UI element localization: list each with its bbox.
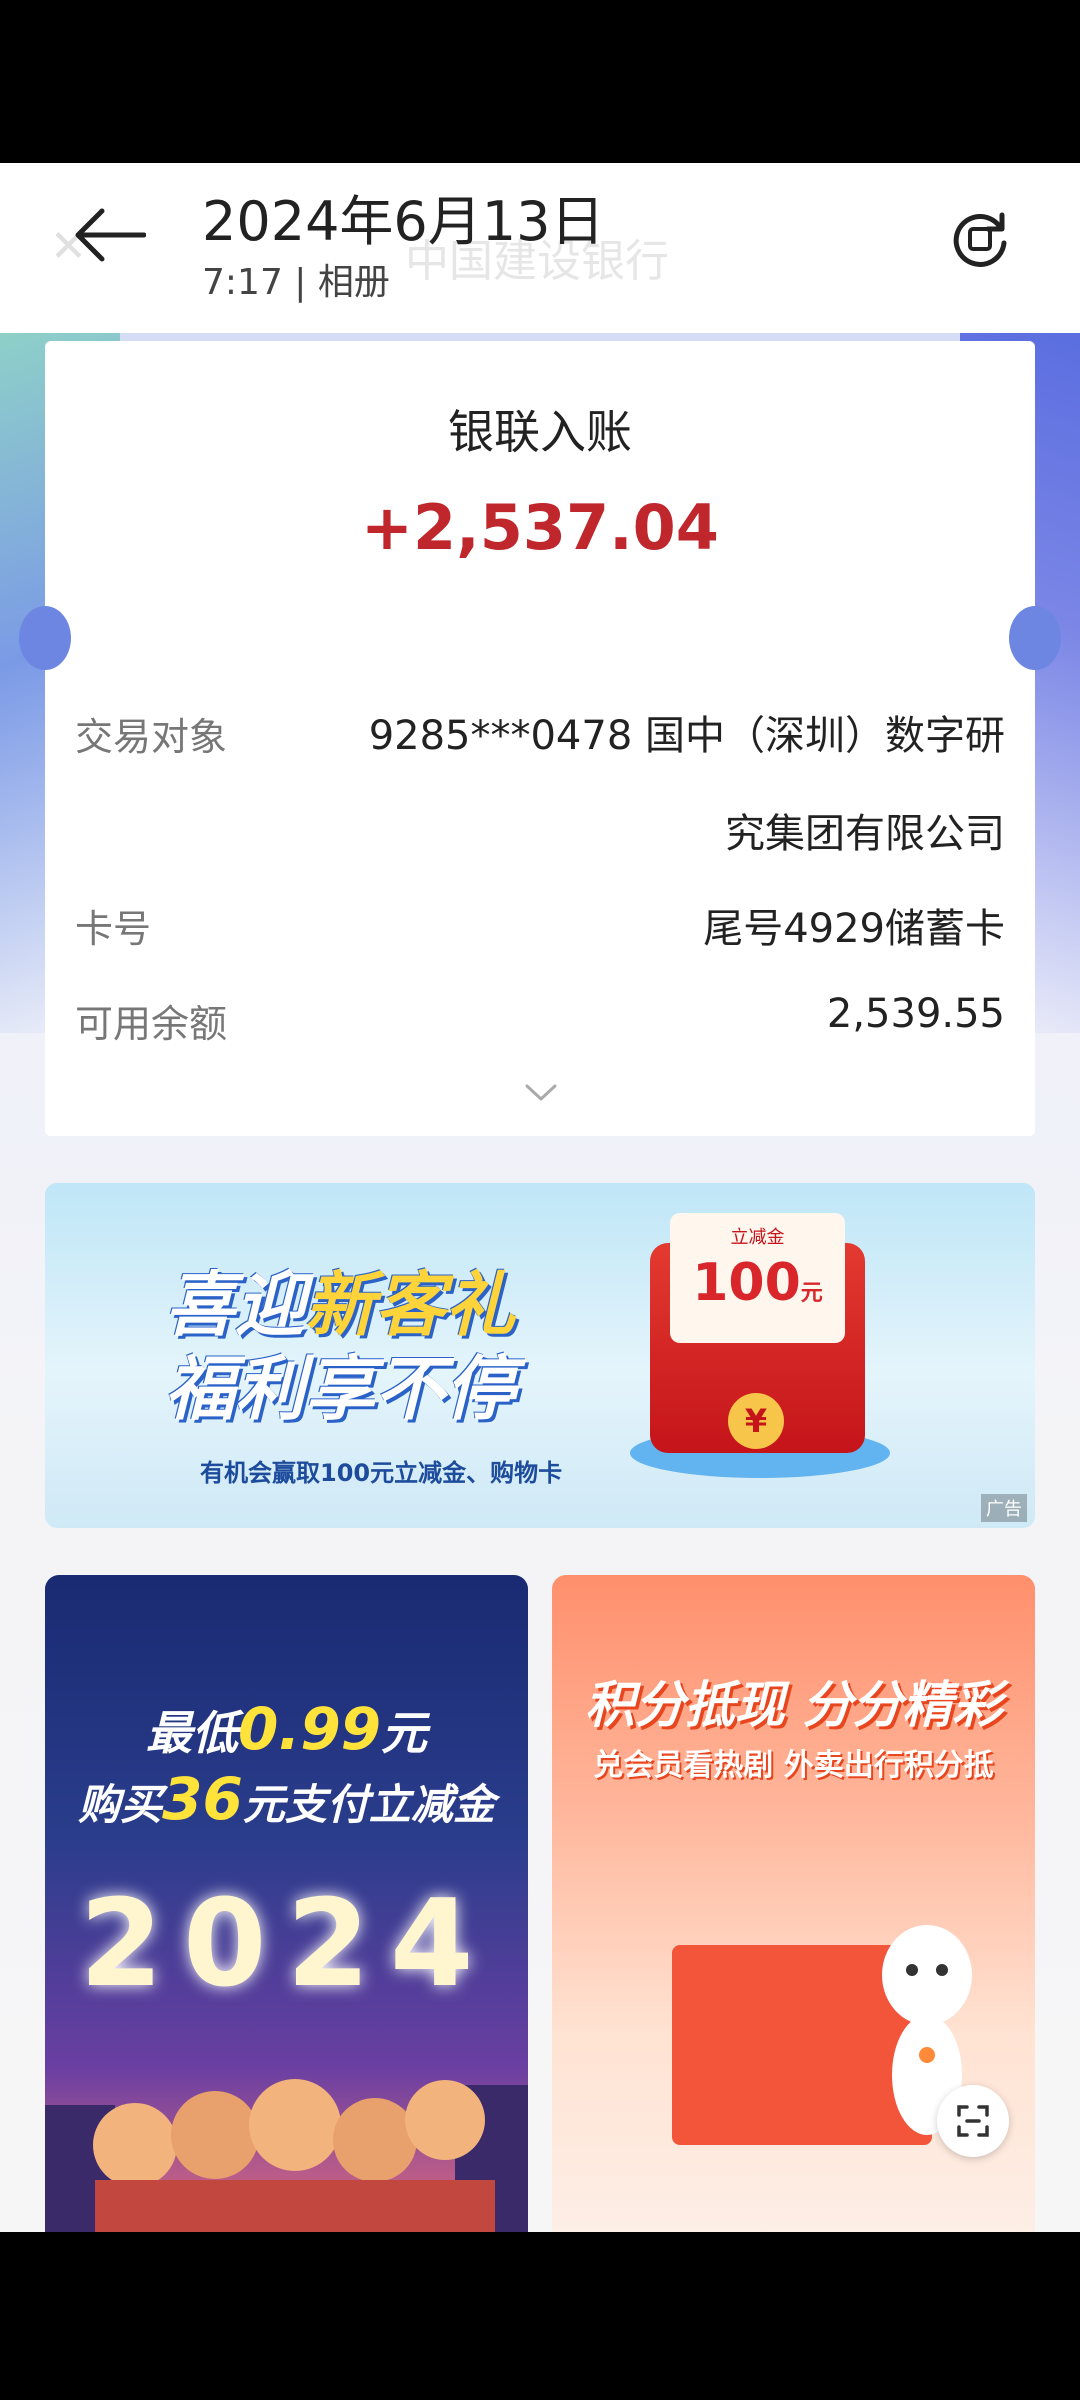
card-number-label: 卡号: [75, 907, 152, 951]
ad-headline-part2: 新客礼: [305, 1264, 515, 1346]
red-envelope-icon: 立减金 100元 ¥: [650, 1213, 865, 1453]
counterparty-value-line1: 9285***0478 国中（深圳）数字研: [368, 713, 1005, 759]
counterparty-label: 交易对象: [75, 715, 228, 759]
promo-voucher-line: 购买36元支付立减金: [78, 1765, 495, 1833]
rotate-icon[interactable]: [948, 207, 1012, 271]
ad-tag: 广告: [981, 1494, 1027, 1522]
counterparty-value-line2: 究集团有限公司: [725, 811, 1005, 857]
back-arrow-icon[interactable]: [74, 205, 146, 265]
promo-points-title: 积分抵现 分分精彩: [584, 1676, 1003, 1734]
ad-headline: 喜迎新客礼 福利享不停: [165, 1263, 605, 1431]
ad-headline-line2: 福利享不停: [165, 1348, 515, 1430]
payment-voucher-promo[interactable]: 最低0.99元 购买36元支付立减金 2024: [45, 1575, 528, 2232]
transaction-card: 银联入账 +2,537.04 交易对象 9285***0478 国中（深圳）数字…: [19, 341, 1061, 1136]
available-balance-value: 2,539.55: [826, 991, 1005, 1037]
navigation-bar-area: [0, 2232, 1080, 2400]
status-bar-area: [0, 0, 1080, 163]
available-balance-label: 可用余额: [75, 1002, 228, 1046]
card-notch-left: [19, 606, 71, 670]
card-number-value: 尾号4929储蓄卡: [703, 906, 1005, 952]
transaction-type: 银联入账: [448, 405, 632, 459]
envelope-voucher: 立减金 100元: [670, 1213, 845, 1343]
voucher-amount: 100元: [692, 1253, 823, 1313]
chevron-down-icon[interactable]: [525, 1083, 557, 1103]
scan-icon[interactable]: [937, 2085, 1009, 2157]
celebration-illustration: [45, 2079, 528, 2232]
fireworks-year: 2024: [79, 1875, 494, 2014]
image-viewer-header: ✕ 中国建设银行 2024年6月13日 7:17 | 相册: [0, 163, 1080, 333]
photo-time-album: 7:17 | 相册: [202, 262, 390, 303]
new-customer-ad-banner[interactable]: 喜迎新客礼 福利享不停 有机会赢取100元立减金、购物卡 立减金 100元 ¥ …: [45, 1183, 1035, 1528]
promo-price-line: 最低0.99元: [145, 1695, 428, 1763]
yuan-coin-icon: ¥: [728, 1393, 784, 1449]
screenshot-content: 银联入账 +2,537.04 交易对象 9285***0478 国中（深圳）数字…: [0, 333, 1080, 2232]
ad-subtitle: 有机会赢取100元立减金、购物卡: [200, 1459, 563, 1487]
transaction-amount: +2,537.04: [361, 491, 719, 564]
promo-points-subtitle: 兑会员看热剧 外卖出行积分抵: [593, 1748, 994, 1783]
voucher-label: 立减金: [730, 1227, 785, 1248]
photo-date-title: 2024年6月13日: [202, 190, 605, 253]
card-notch-right: [1009, 606, 1061, 670]
ad-headline-part1: 喜迎: [165, 1264, 305, 1346]
